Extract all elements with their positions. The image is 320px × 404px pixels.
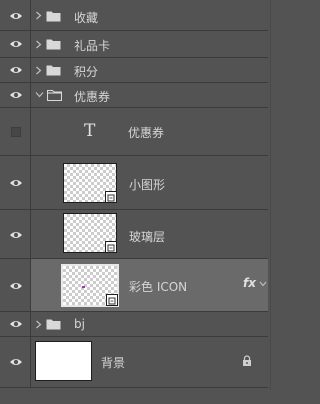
layer-row-color-icon[interactable]: 彩色 ICON fx [0, 259, 268, 312]
eye-icon[interactable] [9, 281, 23, 291]
layer-name[interactable]: bj [74, 317, 85, 331]
text-layer-icon: T [84, 121, 96, 141]
layer-thumbnail[interactable] [63, 163, 117, 203]
eye-icon[interactable] [9, 319, 23, 329]
visibility-cell[interactable] [0, 58, 31, 82]
eye-icon[interactable] [9, 39, 23, 49]
layer-row-coupon-group[interactable]: 优惠券 [0, 83, 268, 108]
visibility-cell[interactable] [0, 337, 31, 387]
layer-row-small-graphic[interactable]: 小图形 [0, 156, 268, 210]
smart-object-icon [105, 241, 117, 253]
visibility-cell[interactable] [0, 312, 31, 336]
layer-name[interactable]: 彩色 ICON [129, 278, 187, 295]
visibility-cell[interactable] [0, 156, 31, 209]
folder-icon [47, 89, 62, 101]
layer-name[interactable]: 积分 [74, 63, 98, 80]
eye-icon[interactable] [9, 65, 23, 75]
folder-icon [46, 65, 61, 76]
visibility-cell[interactable] [0, 31, 31, 57]
visibility-toggle[interactable] [11, 127, 21, 137]
chevron-down-icon[interactable] [35, 91, 44, 98]
folder-icon [46, 39, 61, 50]
layer-name[interactable]: 优惠券 [128, 124, 164, 141]
chevron-right-icon[interactable] [35, 40, 42, 49]
layer-name[interactable]: 优惠券 [74, 88, 110, 105]
eye-icon[interactable] [9, 230, 23, 240]
visibility-cell[interactable] [0, 259, 31, 311]
chevron-right-icon[interactable] [35, 66, 42, 75]
layer-row-favorites[interactable]: 收藏 [0, 0, 268, 31]
layer-row-background[interactable]: 背景 [0, 337, 268, 388]
layer-name[interactable]: 玻璃层 [129, 228, 165, 245]
layer-name[interactable]: 小图形 [129, 176, 165, 193]
folder-icon [46, 319, 61, 330]
layer-thumbnail[interactable] [63, 213, 117, 253]
layer-row-gift-card[interactable]: 礼品卡 [0, 31, 268, 58]
layer-thumbnail[interactable] [35, 341, 92, 381]
layer-row-points[interactable]: 积分 [0, 58, 268, 83]
visibility-cell[interactable] [0, 210, 31, 258]
eye-icon[interactable] [9, 178, 23, 188]
layer-row-coupon-text[interactable]: T 优惠券 [0, 108, 268, 156]
folder-icon [46, 11, 61, 22]
smart-object-icon [105, 191, 117, 203]
layers-panel: 收藏 礼品卡 积分 优惠券 T 优惠券 小图形 玻璃层 彩色 ICON fx b… [0, 0, 286, 404]
lock-icon[interactable] [242, 355, 252, 367]
visibility-cell[interactable] [0, 83, 31, 107]
layer-row-glass-layer[interactable]: 玻璃层 [0, 210, 268, 259]
visibility-cell[interactable] [0, 0, 31, 30]
layer-name[interactable]: 礼品卡 [74, 37, 110, 54]
thumbnail-mark [82, 286, 85, 288]
layer-row-bj[interactable]: bj [0, 312, 268, 337]
visibility-cell[interactable] [0, 108, 31, 155]
layer-name[interactable]: 收藏 [74, 9, 98, 26]
fx-icon[interactable]: fx [243, 276, 256, 290]
chevron-down-icon[interactable] [259, 281, 267, 287]
layer-thumbnail[interactable] [61, 264, 119, 307]
chevron-right-icon[interactable] [35, 11, 42, 20]
eye-icon[interactable] [9, 90, 23, 100]
smart-object-icon [106, 294, 118, 306]
chevron-right-icon[interactable] [35, 320, 42, 329]
eye-icon[interactable] [9, 11, 23, 21]
layer-name[interactable]: 背景 [101, 354, 125, 371]
scrollbar-thumb[interactable] [270, 0, 282, 390]
eye-icon[interactable] [9, 357, 23, 367]
